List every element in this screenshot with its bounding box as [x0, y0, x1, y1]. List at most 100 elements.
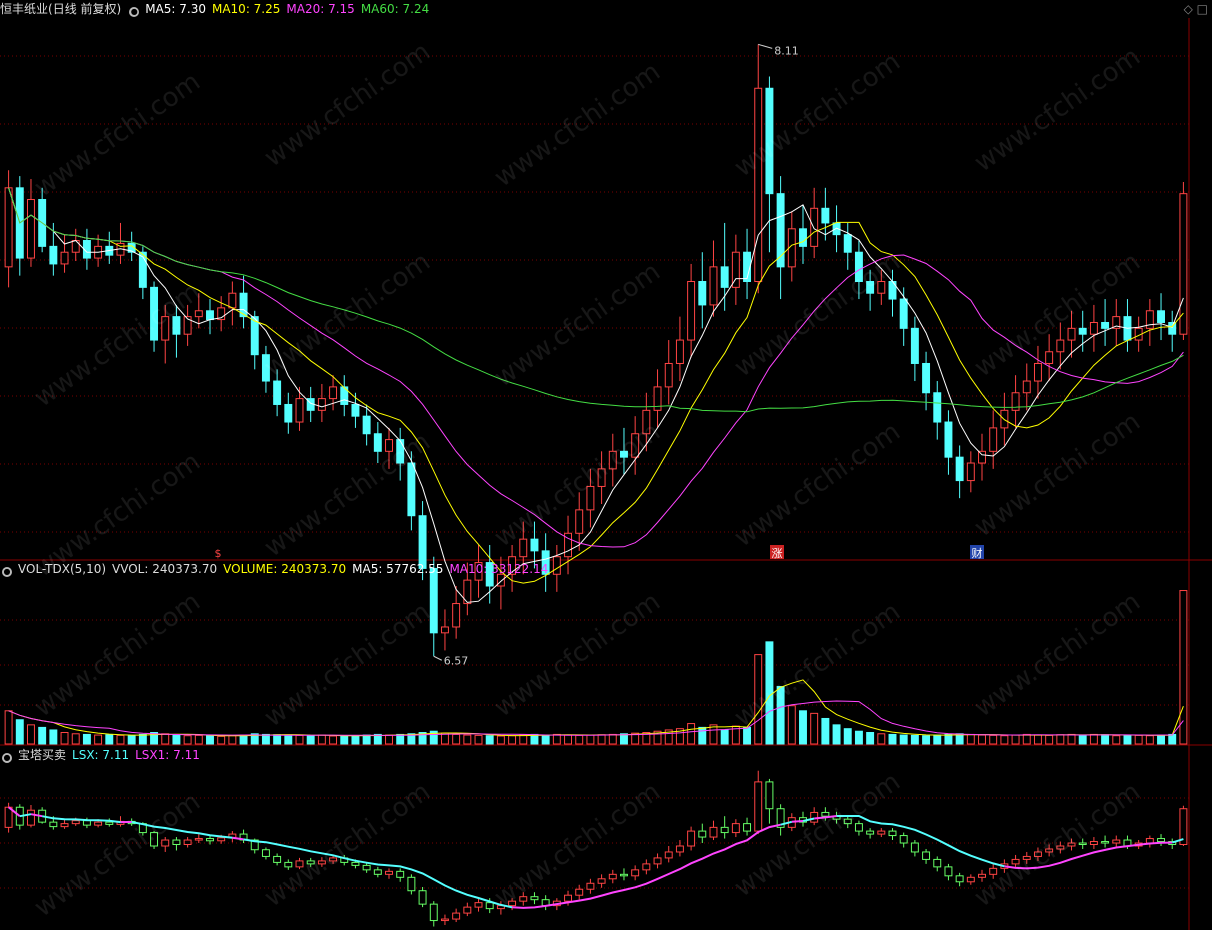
tower-bar	[396, 870, 405, 878]
candle	[1101, 321, 1110, 329]
candle	[351, 403, 360, 417]
volume-bar	[60, 732, 69, 745]
volume-bar	[183, 735, 192, 745]
volume-bar	[239, 734, 248, 745]
candle	[172, 316, 181, 335]
volume-bar	[71, 733, 80, 745]
candle	[978, 450, 986, 464]
tower-bar	[564, 894, 572, 902]
volume-bar	[351, 735, 360, 745]
tower-bar	[922, 851, 931, 860]
candle	[720, 266, 729, 288]
volume-header: ● VOL-TDX(5,10) VVOL: 240373.70 VOLUME: 240…	[0, 560, 554, 578]
tower-bar	[418, 890, 427, 905]
volume-bar	[1134, 734, 1143, 745]
period-label: (日线 前复权)	[48, 2, 122, 16]
candle	[1067, 327, 1076, 341]
event-marker: $	[215, 547, 222, 560]
vol-ma5-label: MA5: 57762.55	[352, 562, 444, 576]
volume-bar	[586, 734, 595, 745]
volume-bar	[687, 723, 696, 745]
volume-bar	[105, 734, 114, 745]
lsx1-label: LSX1: 7.11	[135, 748, 200, 762]
candle	[161, 316, 170, 341]
indicator-name[interactable]: 宝塔买卖	[18, 748, 66, 762]
tower-bar	[989, 867, 998, 875]
volume-bar	[1022, 733, 1031, 745]
tower-bar	[731, 823, 740, 834]
volume-bar	[1033, 734, 1042, 745]
candle	[966, 462, 975, 482]
volume-bar	[899, 734, 908, 745]
candle	[4, 187, 13, 268]
volume-bar	[261, 733, 270, 745]
candle	[765, 87, 774, 195]
volume-bar	[228, 735, 237, 745]
tower-bar	[698, 830, 707, 838]
volume-bar	[709, 724, 718, 745]
volume-bar	[340, 735, 349, 745]
tower-bar	[1078, 842, 1087, 846]
candle	[1078, 327, 1087, 335]
candle	[955, 456, 964, 482]
volume-bar	[463, 734, 472, 745]
tower-bar	[530, 896, 539, 901]
tower-bar	[217, 837, 226, 842]
tower-bar	[843, 818, 852, 825]
tower-bar	[284, 861, 293, 868]
lsx-line	[42, 815, 121, 824]
volume-bar	[620, 733, 628, 745]
volume-bar	[362, 734, 371, 745]
tower-bar	[49, 821, 58, 828]
candle	[1089, 321, 1098, 335]
volume-bar	[787, 705, 796, 745]
volume-bar	[978, 734, 986, 745]
tower-bar	[933, 858, 942, 868]
volume-bar	[519, 734, 528, 745]
volume-bar	[564, 734, 572, 745]
tower-bar	[966, 876, 975, 883]
tower-bar	[329, 857, 338, 862]
volume-bar	[1112, 735, 1121, 745]
tower-bar	[485, 902, 494, 910]
volume-bar	[776, 686, 785, 745]
stock-name[interactable]: 恒丰纸业	[0, 2, 48, 16]
stock-chart[interactable]: 8.11 6.57 $ 涨 财	[0, 0, 1212, 930]
settings-icon[interactable]: ●	[2, 753, 12, 763]
settings-icon[interactable]: ●	[2, 567, 12, 577]
tower-bar	[508, 900, 517, 907]
volume-bar	[765, 641, 774, 745]
volume-bar	[138, 733, 147, 745]
candle	[407, 462, 416, 517]
volume-bar	[1078, 734, 1087, 745]
candle	[597, 468, 606, 487]
volume-bar	[866, 732, 875, 745]
vol-name[interactable]: VOL-TDX(5,10)	[18, 562, 106, 576]
candle	[608, 450, 617, 470]
volume-bar	[206, 735, 214, 745]
volume-bar	[575, 734, 584, 745]
tower-bar	[82, 820, 91, 826]
main-header: 恒丰纸业(日线 前复权) ● MA5: 7.30 MA10: 7.25 MA20: 7.…	[0, 0, 435, 18]
volume-bar	[1067, 733, 1076, 745]
volume-bar	[821, 717, 830, 745]
ma5-label: MA5: 7.30	[145, 2, 206, 16]
candle	[642, 409, 651, 435]
tower-bar	[608, 873, 617, 880]
tower-bar	[675, 845, 684, 853]
volume-bar	[1000, 735, 1009, 745]
candle	[910, 327, 919, 364]
tower-bar	[687, 830, 696, 847]
tower-bar	[183, 839, 192, 846]
tower-bar	[642, 863, 651, 871]
window-controls-icon[interactable]: ◇ □	[1184, 2, 1208, 16]
tower-bar	[888, 830, 897, 837]
volume-bar	[94, 734, 103, 745]
candle	[150, 286, 159, 341]
tower-bar	[373, 869, 382, 875]
settings-icon[interactable]: ●	[129, 7, 140, 17]
candle	[586, 485, 595, 511]
tower-bar	[440, 918, 449, 922]
tower-bar	[519, 896, 528, 902]
tower-bar	[317, 860, 326, 865]
